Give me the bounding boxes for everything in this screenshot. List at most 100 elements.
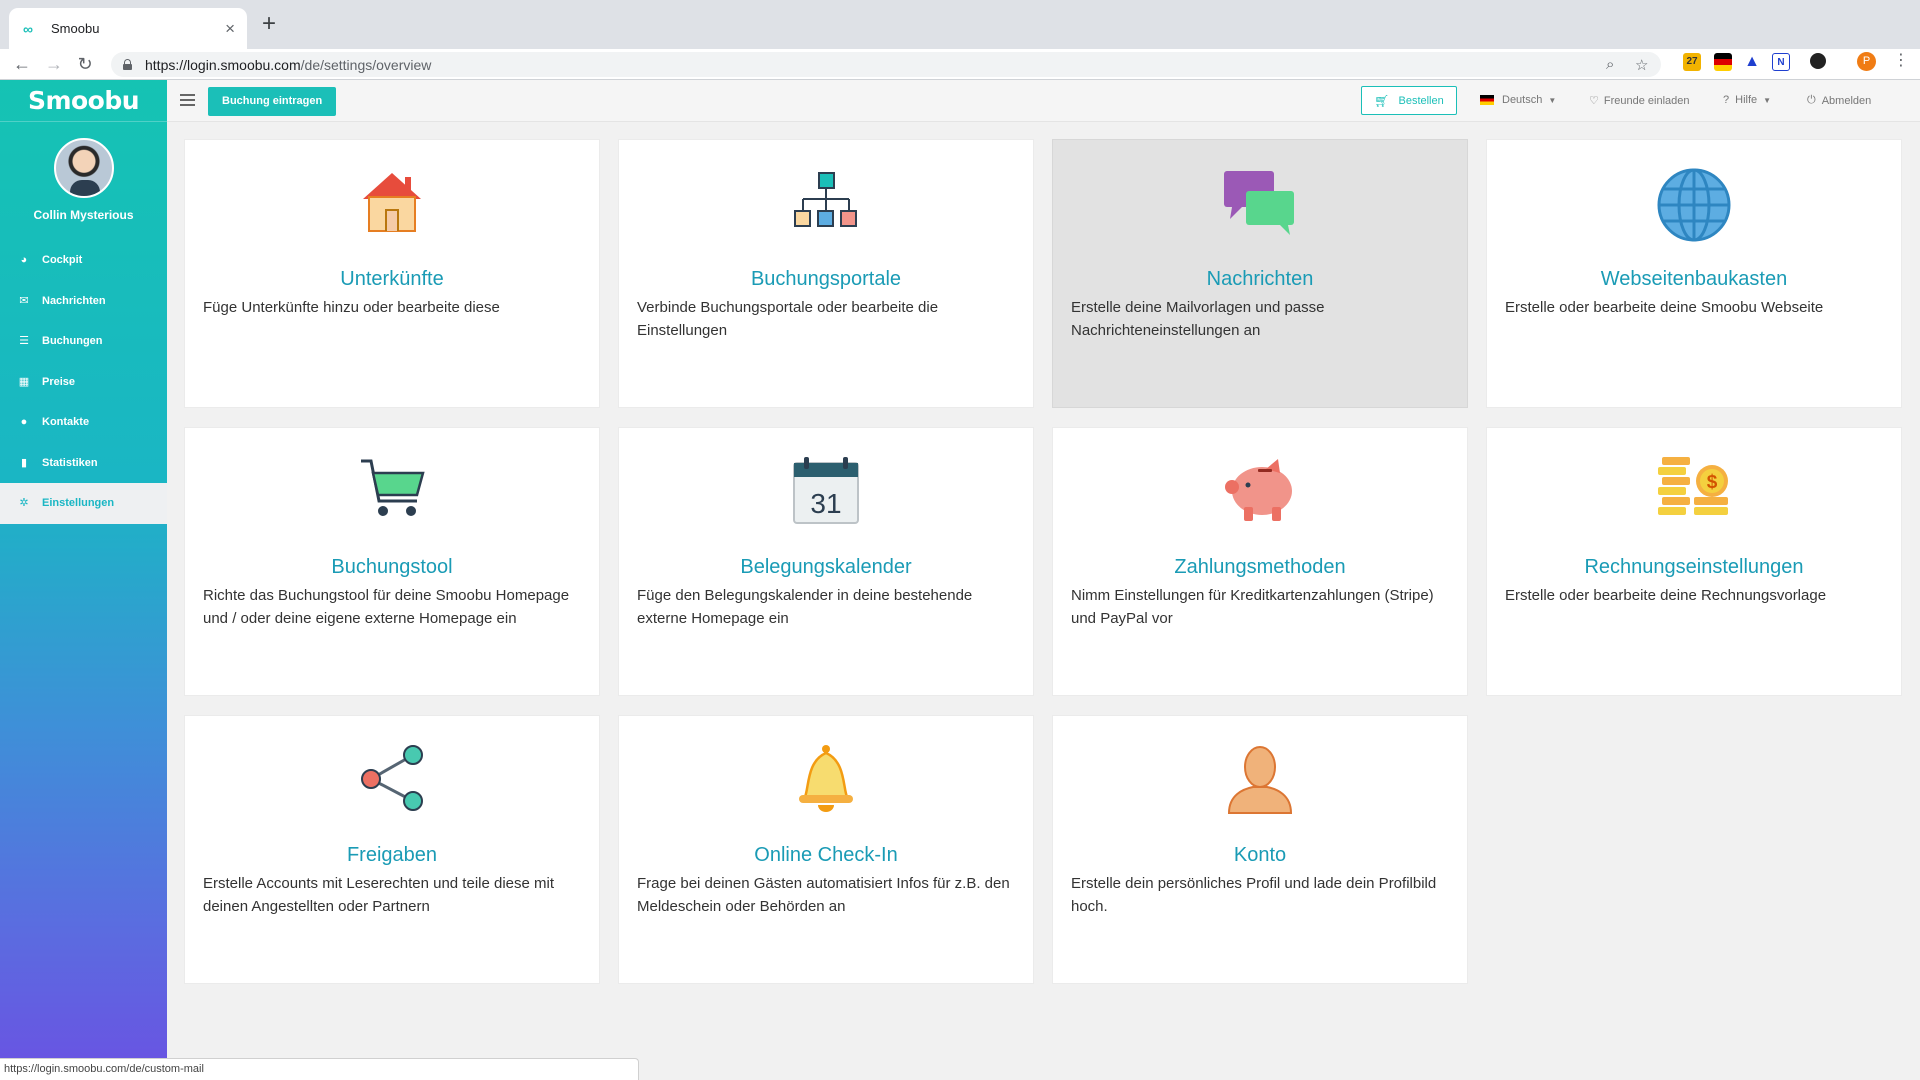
card-title: Belegungskalender [740, 556, 912, 578]
users-icon: ● [20, 416, 28, 429]
help-label: Hilfe [1735, 94, 1758, 106]
back-icon[interactable]: ← [10, 52, 34, 76]
cart-icon: 🛒︎ [1374, 93, 1390, 108]
settings-card-konto[interactable]: Konto Erstelle dein persönliches Profil … [1052, 715, 1468, 984]
add-booking-button[interactable]: Buchung eintragen [208, 87, 337, 116]
card-title: Nachrichten [1206, 268, 1314, 290]
settings-card-buchungsportale[interactable]: Buchungsportale Verbinde Buchungsportale… [618, 139, 1034, 408]
bookmark-star-icon[interactable]: ☆ [1635, 56, 1648, 74]
address-bar[interactable]: https://login.smoobu.com/de/settings/ove… [111, 52, 1661, 77]
lock-icon [123, 59, 132, 70]
help-menu[interactable]: ? Hilfe ▼ [1723, 94, 1771, 106]
chat-bubbles-icon [1053, 167, 1467, 243]
settings-card-buchungstool[interactable]: Buchungstool Richte das Buchungstool für… [184, 427, 600, 696]
chevron-down-icon: ▼ [1763, 95, 1772, 105]
card-description: Erstelle dein persönliches Profil und la… [1071, 875, 1437, 915]
bell-icon [619, 743, 1033, 819]
card-description: Verbinde Buchungsportale oder bearbeite … [637, 299, 939, 339]
settings-card-freigaben[interactable]: Freigaben Erstelle Accounts mit Leserech… [184, 715, 600, 984]
dashboard-icon: ◕ [20, 254, 28, 267]
link-preview-statusbar: https://login.smoobu.com/de/custom-mail [0, 1058, 639, 1080]
sidebar-menu: ◕ Cockpit ✉ Nachrichten ☰ Buchungen ▦ Pr… [0, 240, 167, 524]
url-path: /de/settings/overview [300, 56, 432, 73]
sidebar-item-label: Statistiken [42, 456, 98, 469]
sidebar-item-nachrichten[interactable]: ✉ Nachrichten [0, 281, 167, 322]
card-title: Rechnungseinstellungen [1584, 556, 1804, 578]
tab-close-icon[interactable]: × [225, 20, 235, 37]
menu-toggle-icon[interactable] [180, 94, 195, 106]
card-description: Füge Unterkünfte hinzu oder bearbeite di… [203, 299, 500, 316]
user-avatar[interactable] [53, 138, 114, 198]
card-description: Erstelle Accounts mit Leserechten und te… [203, 875, 555, 915]
url-host: https://login.smoobu.com [145, 56, 301, 73]
smoobu-favicon-icon: ∞ [23, 20, 33, 37]
settings-card-webseitenbaukasten[interactable]: Webseitenbaukasten Erstelle oder bearbei… [1486, 139, 1902, 408]
power-icon: ⏻ [1807, 94, 1816, 106]
list-icon: ☰ [19, 335, 29, 348]
invite-label: Freunde einladen [1603, 94, 1690, 107]
browser-toolbar: ← → ↻ https://login.smoobu.com/de/settin… [0, 49, 1920, 80]
order-button-label: Bestellen [1398, 94, 1444, 107]
language-label: Deutsch [1502, 94, 1543, 106]
invite-friends-link[interactable]: ♡ Freunde einladen [1589, 94, 1690, 108]
card-description: Nimm Einstellungen für Kreditkartenzahlu… [1071, 587, 1434, 627]
settings-card-online-check-in[interactable]: Online Check-In Frage bei deinen Gästen … [618, 715, 1034, 984]
sidebar: Smoobu Collin Mysterious ◕ Cockpit ✉ Nac… [0, 80, 167, 1080]
gear-icon: ✲ [19, 497, 29, 510]
sidebar-item-preise[interactable]: ▦ Preise [0, 362, 167, 403]
sidebar-item-label: Cockpit [42, 254, 83, 267]
browser-tabstrip: ∞ Smoobu × + [0, 0, 1920, 49]
n-extension-icon[interactable]: N [1772, 53, 1790, 71]
sidebar-item-label: Buchungen [42, 335, 103, 348]
sidebar-item-statistiken[interactable]: ▮ Statistiken [0, 443, 167, 484]
brand-logo[interactable]: Smoobu [0, 80, 167, 122]
german-flag-extension-icon[interactable] [1714, 53, 1732, 71]
envelope-icon: ✉ [19, 294, 29, 307]
card-description: Füge den Belegungskalender in deine best… [637, 587, 973, 627]
settings-card-zahlungsmethoden[interactable]: Zahlungsmethoden Nimm Einstellungen für … [1052, 427, 1468, 696]
sidebar-item-einstellungen[interactable]: ✲ Einstellungen [0, 483, 167, 524]
piggy-bank-icon [1053, 455, 1467, 531]
dark-circle-extension-icon[interactable] [1810, 53, 1826, 69]
logout-label: Abmelden [1821, 94, 1872, 107]
card-description: Erstelle oder bearbeite deine Rechnungsv… [1505, 587, 1827, 604]
language-select[interactable]: Deutsch ▼ [1480, 94, 1556, 106]
card-description: Richte das Buchungstool für deine Smoobu… [203, 587, 570, 627]
settings-card-belegungskalender[interactable]: 31 Belegungskalender Füge den Belegungsk… [618, 427, 1034, 696]
card-title: Freigaben [346, 844, 438, 866]
sidebar-item-label: Preise [42, 375, 76, 388]
card-title: Zahlungsmethoden [1174, 556, 1346, 578]
browser-menu-icon[interactable]: ⋮ [1893, 50, 1909, 70]
card-description: Erstelle deine Mailvorlagen und passe Na… [1071, 299, 1325, 339]
settings-card-rechnungseinstellungen[interactable]: $ Rechnungseinstellungen Erstelle oder b… [1486, 427, 1902, 696]
card-description: Erstelle oder bearbeite deine Smoobu Web… [1505, 299, 1824, 316]
settings-card-nachrichten[interactable]: Nachrichten Erstelle deine Mailvorlagen … [1052, 139, 1468, 408]
card-title: Webseitenbaukasten [1600, 268, 1788, 290]
app-header: Buchung eintragen 🛒︎ Bestellen Deutsch ▼… [167, 80, 1920, 122]
chevron-down-icon: ▼ [1548, 95, 1557, 105]
card-title: Buchungstool [331, 556, 453, 578]
card-description: Frage bei deinen Gästen automatisiert In… [637, 875, 1010, 915]
logout-link[interactable]: ⏻ Abmelden [1807, 94, 1871, 107]
browser-tab[interactable]: ∞ Smoobu × [9, 8, 247, 49]
card-title: Unterkünfte [340, 268, 444, 290]
sidebar-item-cockpit[interactable]: ◕ Cockpit [0, 240, 167, 281]
order-button[interactable]: 🛒︎ Bestellen [1361, 86, 1457, 115]
forward-icon[interactable]: → [42, 52, 66, 76]
sidebar-item-kontakte[interactable]: ● Kontakte [0, 402, 167, 443]
new-tab-icon[interactable]: + [262, 12, 276, 36]
card-title: Konto [1233, 844, 1287, 866]
sidebar-item-buchungen[interactable]: ☰ Buchungen [0, 321, 167, 362]
globe-icon [1487, 167, 1901, 243]
share-icon [185, 743, 599, 819]
reload-icon[interactable]: ↻ [73, 52, 97, 76]
settings-card-unterkuenfte[interactable]: Unterkünfte Füge Unterkünfte hinzu oder … [184, 139, 600, 408]
browser-profile-avatar[interactable]: P [1857, 52, 1876, 71]
german-flag-icon [1480, 95, 1494, 105]
shopping-cart-icon [185, 455, 599, 531]
calendar-extension-icon[interactable]: 27 [1683, 53, 1701, 71]
user-silhouette-icon [1053, 743, 1467, 819]
triangle-extension-icon[interactable]: ▲ [1743, 53, 1761, 71]
zoom-icon[interactable]: ⌕ [1606, 56, 1614, 73]
sidebar-item-label: Einstellungen [42, 497, 115, 510]
